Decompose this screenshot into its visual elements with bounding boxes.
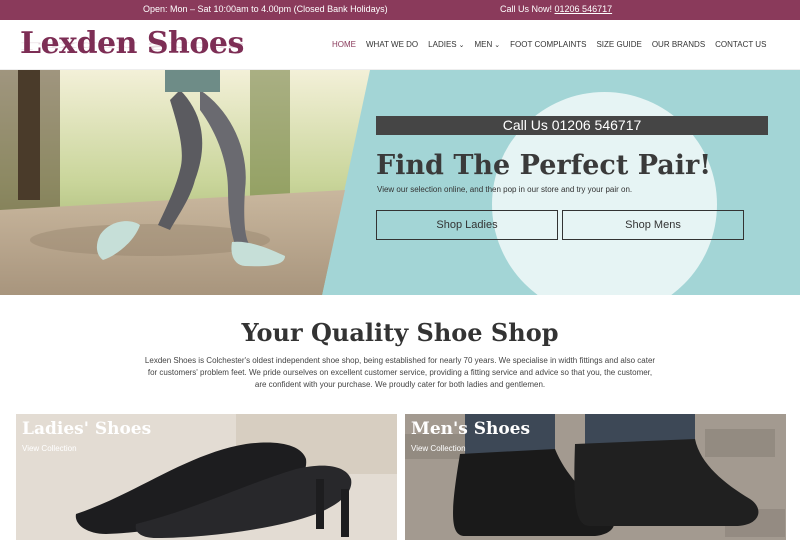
ladies-view-collection-link[interactable]: View Collection <box>22 444 77 453</box>
section-title: Your Quality Shoe Shop <box>241 318 559 347</box>
nav-item-size-guide[interactable]: SIZE GUIDE <box>596 40 641 49</box>
logo-reflection: Lexden Shoes <box>20 39 244 52</box>
nav-item-what-we-do[interactable]: WHAT WE DO <box>366 40 418 49</box>
nav-item-ladies[interactable]: LADIES ⌄ <box>428 40 464 49</box>
top-info-bar: Open: Mon – Sat 10:00am to 4.00pm (Close… <box>0 0 800 20</box>
main-navigation: HOME WHAT WE DO LADIES ⌄ MEN ⌄ FOOT COMPLA… <box>332 40 766 49</box>
mens-view-collection-link[interactable]: View Collection <box>411 444 466 453</box>
nav-label: OUR BRANDS <box>651 40 706 49</box>
mens-tile-title: Men's Shoes <box>411 419 531 439</box>
nav-label: SIZE GUIDE <box>596 40 642 49</box>
nav-item-men[interactable]: MEN ⌄ <box>475 40 501 49</box>
hero-title: Find The Perfect Pair! <box>376 150 712 181</box>
chevron-down-icon: ⌄ <box>458 41 465 49</box>
phone-link[interactable]: 01206 546717 <box>555 4 613 14</box>
nav-item-contact-us[interactable]: CONTACT US <box>715 40 766 49</box>
mens-collection-tile[interactable]: Men's Shoes View Collection <box>405 414 786 540</box>
nav-item-our-brands[interactable]: OUR BRANDS <box>652 40 705 49</box>
about-paragraph: Lexden Shoes is Colchester's oldest inde… <box>144 356 656 389</box>
ladies-tile-title: Ladies' Shoes <box>22 419 152 439</box>
chevron-down-icon: ⌄ <box>494 41 501 49</box>
site-header: Lexden Shoes Lexden Shoes HOME WHAT WE D… <box>0 20 800 70</box>
shop-mens-button[interactable]: Shop Mens <box>562 210 744 240</box>
nav-label: MEN <box>474 40 493 49</box>
hero-call-banner[interactable]: Call Us 01206 546717 <box>376 116 768 135</box>
nav-item-home[interactable]: HOME <box>332 40 356 49</box>
nav-label: FOOT COMPLAINTS <box>510 40 587 49</box>
shop-ladies-button[interactable]: Shop Ladies <box>376 210 558 240</box>
opening-hours-text: Open: Mon – Sat 10:00am to 4.00pm (Close… <box>143 4 388 14</box>
hero-runner-photo <box>0 70 370 295</box>
hero-subtitle: View our selection online, and then pop … <box>377 185 633 194</box>
nav-label: HOME <box>332 40 356 49</box>
nav-label: WHAT WE DO <box>366 40 419 49</box>
nav-label: CONTACT US <box>715 40 767 49</box>
call-us-label: Call Us Now! <box>500 4 553 14</box>
call-us-text: Call Us Now! 01206 546717 <box>500 4 612 14</box>
ladies-collection-tile[interactable]: Ladies' Shoes View Collection <box>16 414 397 540</box>
nav-item-foot-complaints[interactable]: FOOT COMPLAINTS <box>510 40 586 49</box>
hero-banner: Call Us 01206 546717 Find The Perfect Pa… <box>0 70 800 295</box>
nav-label: LADIES <box>428 40 457 49</box>
